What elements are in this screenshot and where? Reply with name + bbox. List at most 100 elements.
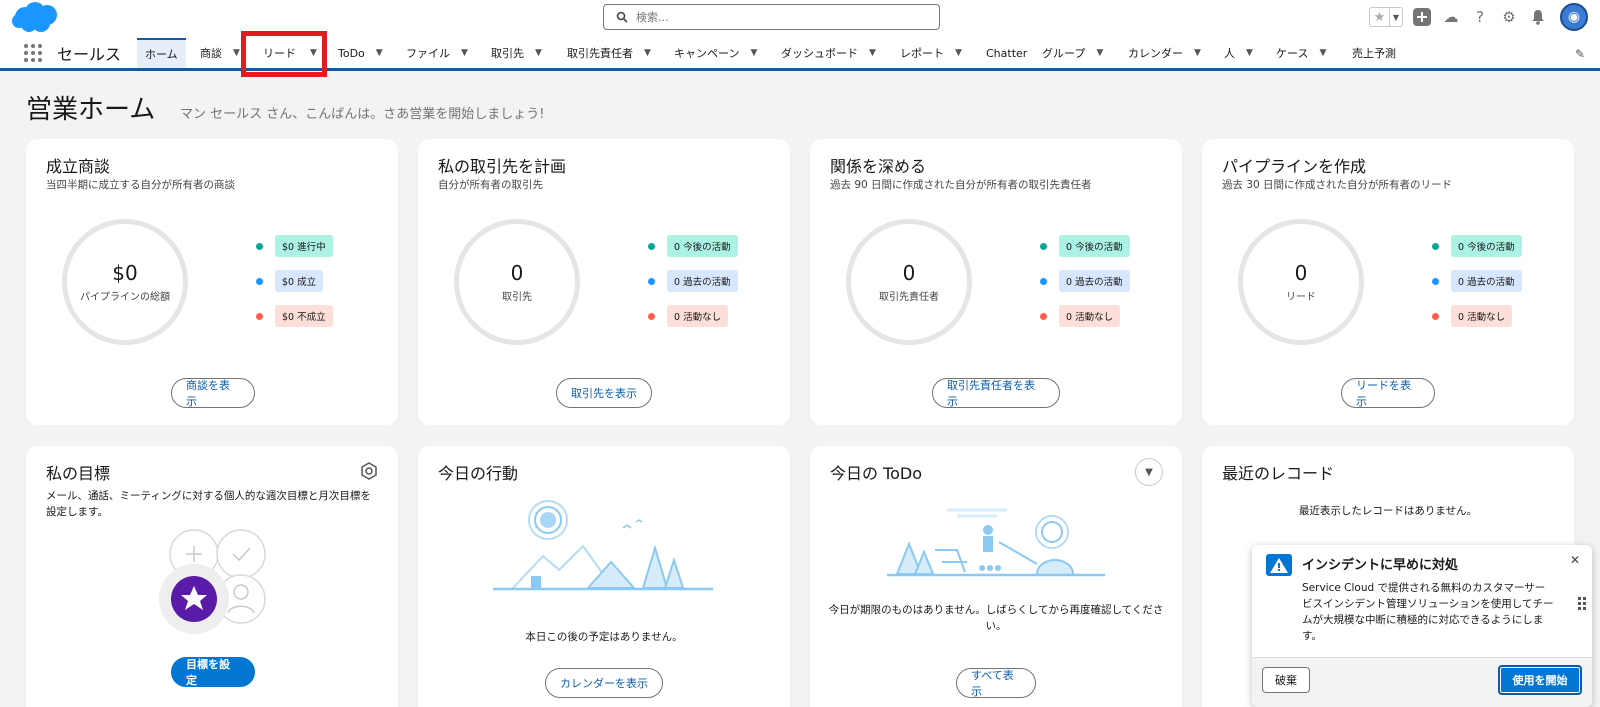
- gear-icon[interactable]: ⚙: [1499, 7, 1519, 27]
- user-avatar[interactable]: ◉: [1560, 3, 1588, 31]
- close-icon[interactable]: ✕: [1570, 553, 1580, 567]
- view-contacts-button[interactable]: 取引先責任者を表示: [932, 378, 1060, 408]
- help-icon[interactable]: ?: [1470, 7, 1490, 27]
- dismiss-button[interactable]: 破棄: [1262, 667, 1310, 693]
- drag-handle-icon[interactable]: [1578, 597, 1586, 610]
- global-search-input[interactable]: 検索...: [603, 4, 940, 30]
- card-deepen-relationships: 関係を深める 過去 90 日間に作成された自分が所有者の取引先責任者 0 取引先…: [810, 139, 1182, 425]
- card-plan-accounts: 私の取引先を計画 自分が所有者の取引先 0 取引先 0 今後の活動 0 過去の活…: [418, 139, 790, 425]
- nav-tab-forecasts[interactable]: 売上予測: [1352, 38, 1396, 68]
- view-opportunities-button[interactable]: 商談を表示: [171, 378, 255, 408]
- card-subtitle: 過去 90 日間に作成された自分が所有者の取引先責任者: [830, 179, 1092, 191]
- nav-tab-files[interactable]: ファイル ▼: [406, 38, 468, 68]
- nav-tab-todo[interactable]: ToDo ▼: [338, 38, 383, 68]
- legend-pill: 0 過去の活動: [1451, 270, 1522, 292]
- card-title: 関係を深める: [830, 157, 927, 176]
- nav-tab-label: ダッシュボード: [781, 47, 858, 60]
- nav-tab-contacts[interactable]: 取引先責任者 ▼: [567, 38, 651, 68]
- nav-tab-people[interactable]: 人 ▼: [1224, 38, 1253, 68]
- nav-tab-home[interactable]: ホーム: [137, 38, 186, 68]
- app-launcher-icon[interactable]: [24, 44, 42, 62]
- chevron-down-icon[interactable]: ▼: [461, 48, 468, 58]
- legend-pill: 0 活動なし: [1059, 305, 1121, 327]
- card-title: 私の取引先を計画: [438, 157, 567, 176]
- nav-tab-opportunities[interactable]: 商談 ▼: [200, 38, 240, 68]
- nav-tab-label: 人: [1224, 47, 1235, 60]
- nav-tab-groups[interactable]: グループ ▼: [1042, 38, 1103, 68]
- app-name: セールス: [57, 45, 122, 64]
- legend-pill: 0 活動なし: [667, 305, 729, 327]
- view-all-button[interactable]: すべて表示: [956, 668, 1036, 698]
- trailhead-cloud-icon[interactable]: ☁: [1441, 7, 1461, 27]
- chevron-down-icon[interactable]: ▼: [233, 48, 240, 58]
- legend-item: $0 成立: [256, 270, 324, 292]
- set-goals-button[interactable]: 目標を設定: [171, 657, 255, 687]
- card-title: 最近のレコード: [1222, 464, 1335, 483]
- metric-ring: 0 取引先: [454, 219, 580, 345]
- legend-item: $0 進行中: [256, 235, 333, 257]
- chevron-down-icon[interactable]: ▼: [535, 48, 542, 58]
- legend-dot: [256, 312, 263, 320]
- chevron-down-icon[interactable]: ▼: [1246, 48, 1253, 58]
- legend-item: 0 今後の活動: [1432, 235, 1522, 257]
- nav-tab-campaigns[interactable]: キャンペーン ▼: [674, 38, 757, 68]
- nav-tab-accounts[interactable]: 取引先 ▼: [491, 38, 542, 68]
- nav-tab-label: ケース: [1276, 47, 1309, 60]
- chevron-down-icon[interactable]: ▼: [1390, 8, 1402, 26]
- incident-prompt-dialog: インシデントに早めに対処 ✕ Service Cloud で提供される無料のカス…: [1252, 545, 1592, 707]
- get-started-button[interactable]: 使用を開始: [1498, 665, 1582, 695]
- edit-nav-pencil-icon[interactable]: ✎: [1575, 47, 1585, 61]
- chevron-down-icon[interactable]: ▼: [1096, 48, 1103, 58]
- chevron-down-icon[interactable]: ▼: [869, 48, 876, 58]
- card-today-todo: 今日の ToDo ▼ 今日が期限のものはありません。しばらくしてから再度確認して…: [810, 446, 1182, 707]
- todo-empty-message: 今日が期限のものはありません。しばらくしてから再度確認してください。: [828, 604, 1164, 632]
- nav-tab-chatter[interactable]: Chatter: [986, 38, 1027, 68]
- bell-icon[interactable]: [1528, 7, 1548, 27]
- global-actions-plus-icon[interactable]: [1412, 7, 1432, 27]
- settings-hexagon-icon[interactable]: [360, 462, 378, 480]
- legend-pill: 0 過去の活動: [1059, 270, 1130, 292]
- legend-item: 0 過去の活動: [648, 270, 738, 292]
- legend-pill: 0 今後の活動: [1451, 235, 1522, 257]
- chevron-down-icon[interactable]: ▼: [1135, 458, 1163, 486]
- salesforce-logo-icon[interactable]: [11, 1, 61, 34]
- chevron-down-icon[interactable]: ▼: [644, 48, 651, 58]
- card-title: 今日の行動: [438, 464, 519, 483]
- chevron-down-icon[interactable]: ▼: [750, 48, 757, 58]
- legend-pill: $0 進行中: [275, 235, 333, 257]
- view-leads-button[interactable]: リードを表示: [1341, 378, 1435, 408]
- favorites-control[interactable]: ★ ▼: [1369, 7, 1403, 27]
- toast-body: Service Cloud で提供される無料のカスタマーサービスインシデント管理…: [1302, 582, 1554, 642]
- card-title: パイプラインを作成: [1222, 157, 1367, 176]
- legend-dot: [1432, 277, 1439, 285]
- app-navigation-bar: セールス ホーム 商談 ▼ リード ▼ ToDo ▼ ファイル ▼ 取引先 ▼ 取引先責任…: [0, 34, 1600, 71]
- nav-tab-label: 商談: [200, 47, 222, 60]
- chevron-down-icon[interactable]: ▼: [955, 48, 962, 58]
- goals-illustration: [159, 529, 266, 634]
- card-my-goals: 私の目標 メール、通話、ミーティングに対する個人的な週次目標と月次目標を設定しま…: [26, 446, 398, 707]
- nav-tab-calendar[interactable]: カレンダー ▼: [1128, 38, 1201, 68]
- search-icon: [616, 11, 628, 23]
- legend-pill: 0 今後の活動: [1059, 235, 1130, 257]
- legend-pill: $0 不成立: [275, 305, 333, 327]
- legend-item: 0 活動なし: [1040, 305, 1121, 327]
- view-calendar-button[interactable]: カレンダーを表示: [545, 668, 663, 698]
- legend-pill: 0 今後の活動: [667, 235, 738, 257]
- chevron-down-icon[interactable]: ▼: [1194, 48, 1201, 58]
- metric-label: 取引先: [502, 292, 532, 303]
- legend-item: 0 過去の活動: [1432, 270, 1522, 292]
- warning-icon: [1266, 554, 1292, 576]
- nav-tab-label: レポート: [900, 47, 944, 60]
- card-today-events: 今日の行動 本日この後の予定はありません。 カレンダーを表示: [418, 446, 790, 707]
- nav-tab-cases[interactable]: ケース ▼: [1276, 38, 1326, 68]
- nav-tab-reports[interactable]: レポート ▼: [900, 38, 962, 68]
- camping-illustration: [493, 500, 713, 591]
- chevron-down-icon[interactable]: ▼: [376, 48, 383, 58]
- chevron-down-icon[interactable]: ▼: [1319, 48, 1326, 58]
- legend-pill: $0 成立: [275, 270, 324, 292]
- view-accounts-button[interactable]: 取引先を表示: [556, 378, 652, 408]
- star-icon[interactable]: ★: [1370, 8, 1390, 26]
- legend-dot: [1432, 312, 1439, 320]
- legend-item: 0 活動なし: [648, 305, 729, 327]
- nav-tab-dashboards[interactable]: ダッシュボード ▼: [781, 38, 876, 68]
